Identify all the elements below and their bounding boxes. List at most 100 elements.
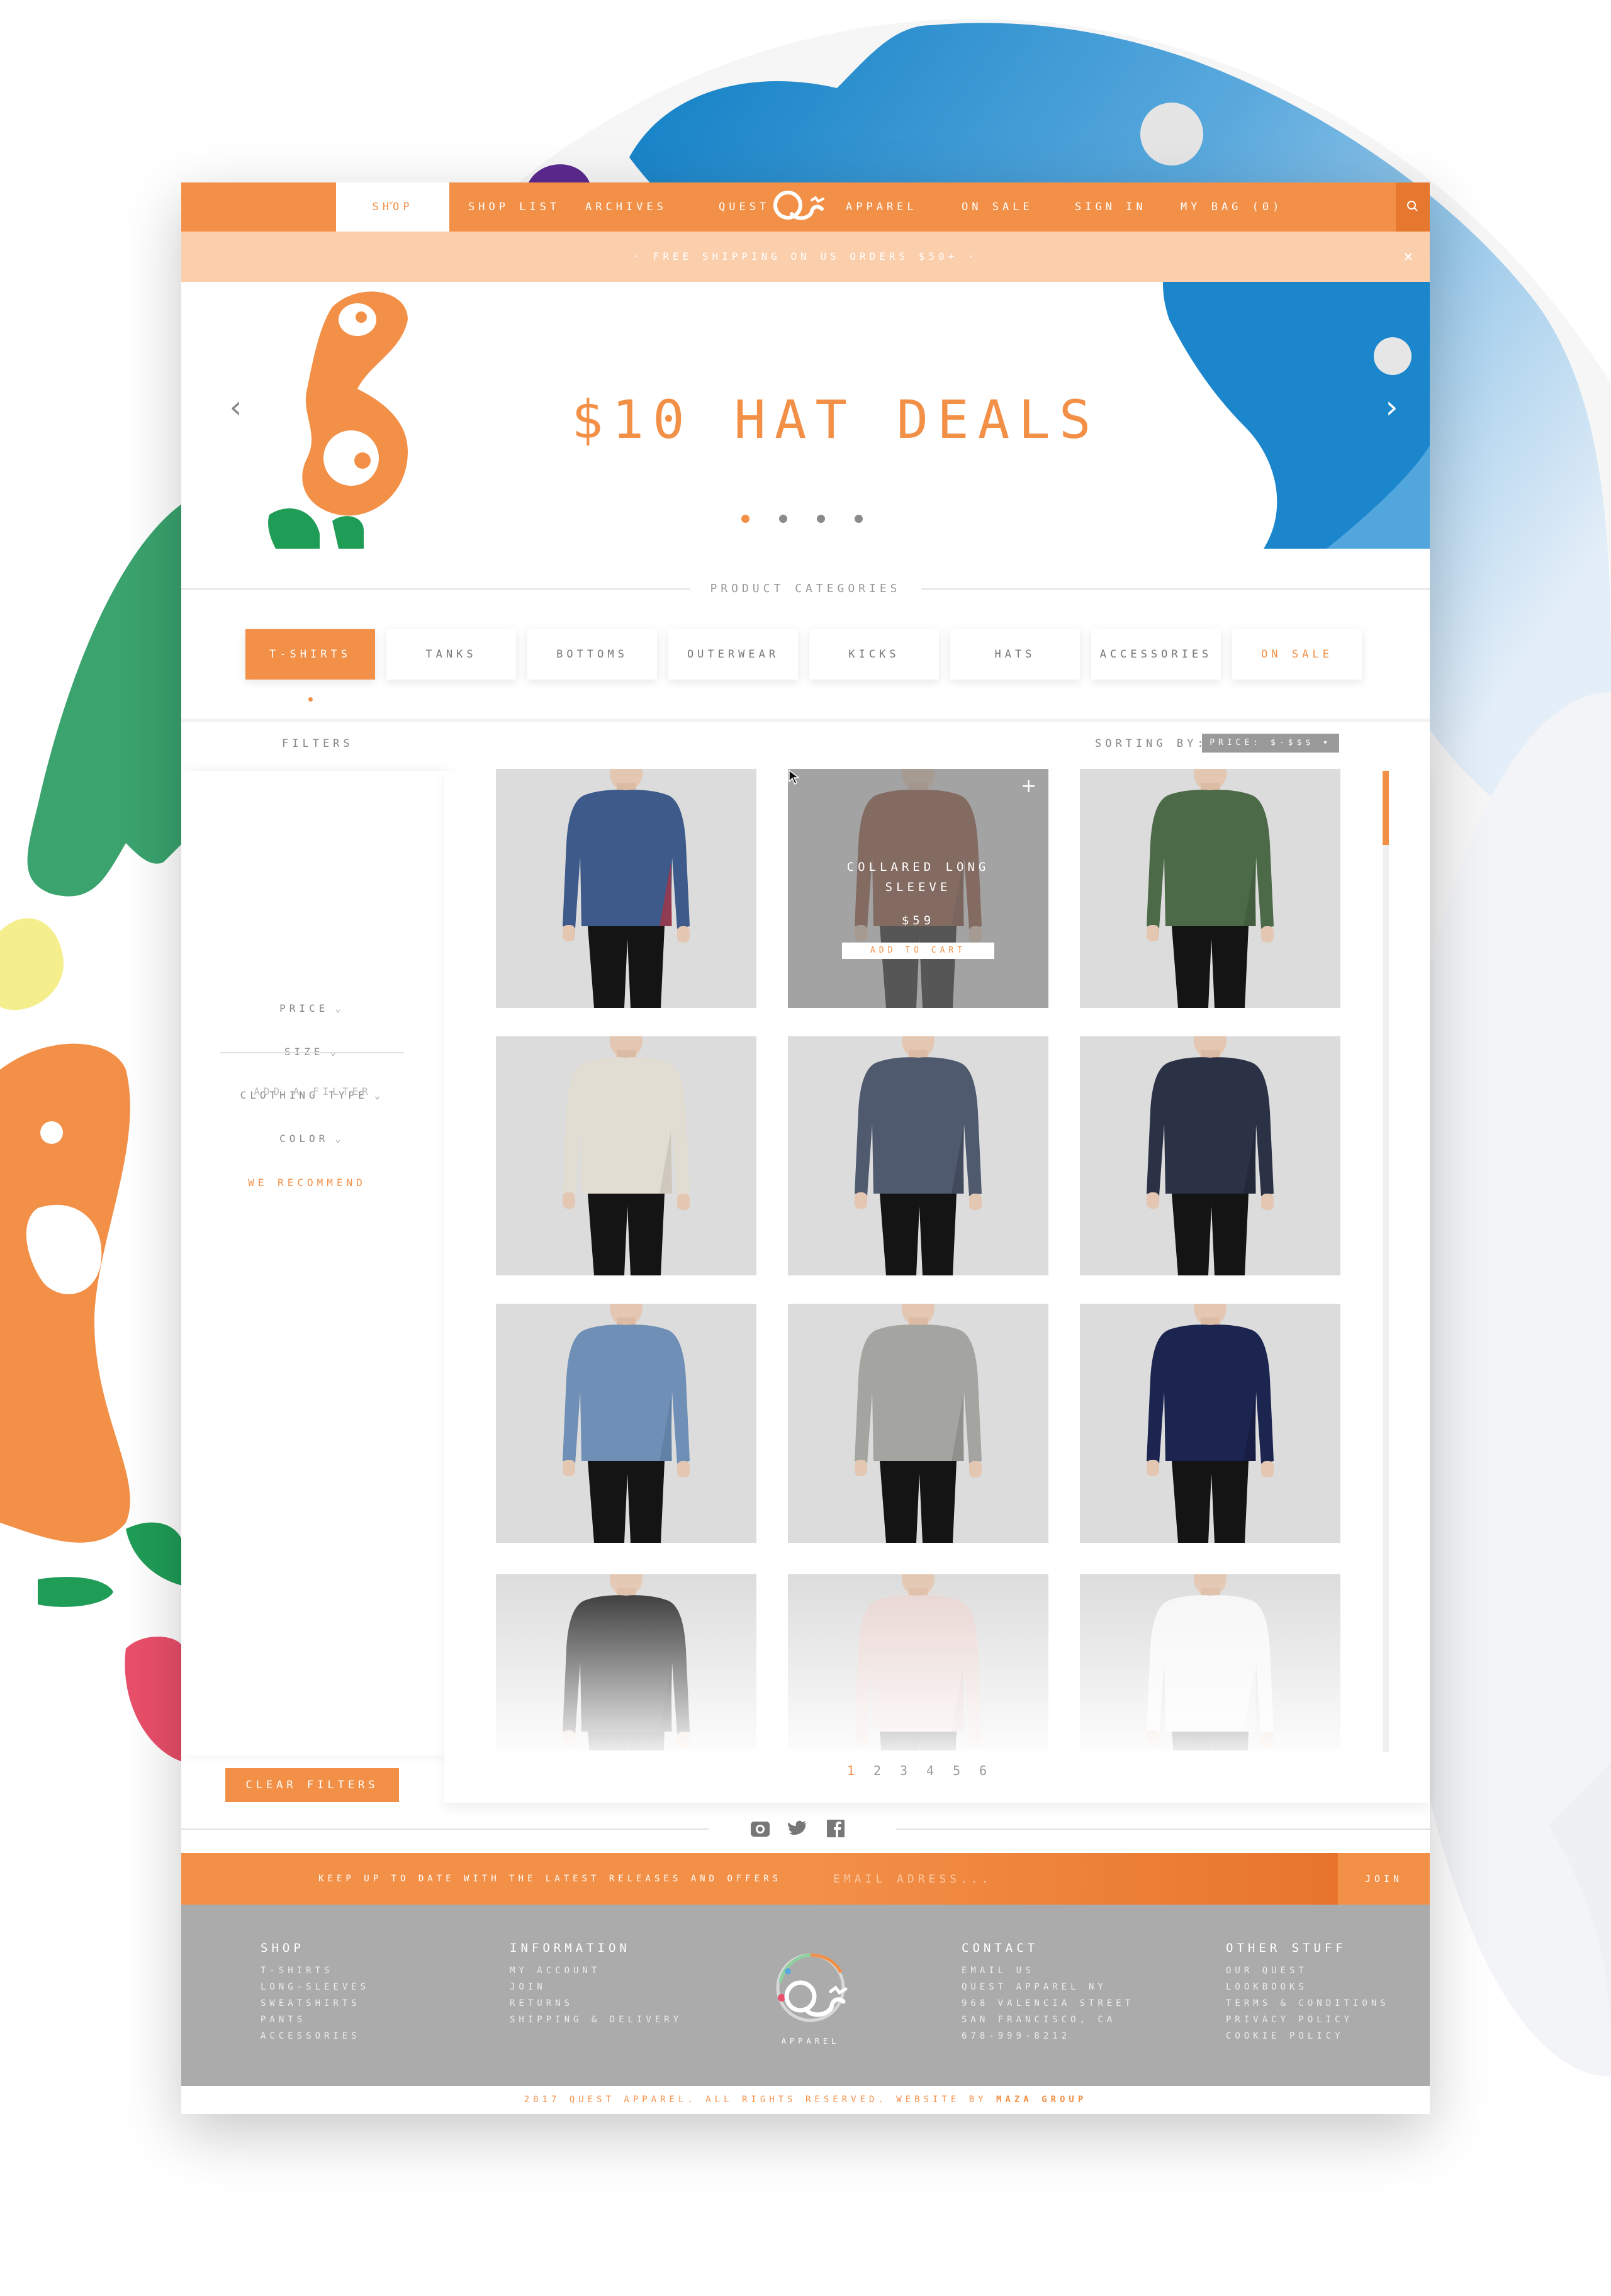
nav-shop[interactable]: SHOP ⌄ (336, 182, 449, 232)
nav-my-bag[interactable]: MY BAG (0) (1181, 182, 1283, 232)
divider (181, 1828, 709, 1830)
product-image (1080, 1036, 1340, 1275)
product-card[interactable] (788, 1036, 1048, 1275)
twitter-icon[interactable] (787, 1817, 809, 1840)
divider (896, 1828, 1430, 1830)
email-input[interactable] (806, 1853, 1338, 1905)
product-card[interactable] (496, 1304, 756, 1543)
footer-link[interactable]: RETURNS (510, 1995, 682, 2012)
filter-color[interactable]: COLOR ⌄ (218, 1133, 407, 1145)
filter-price[interactable]: PRICE ⌄ (218, 1002, 407, 1014)
plus-icon[interactable]: + (1021, 775, 1036, 797)
hero-title: $10 HAT DEALS (571, 389, 1100, 451)
footer-link[interactable]: T-SHIRTS (261, 1963, 369, 1979)
page-4[interactable]: 4 (926, 1763, 938, 1778)
footer-contact-line: 968 VALENCIA STREET (962, 1998, 1135, 2008)
image-fade (496, 1574, 756, 1750)
page-1[interactable]: 1 (847, 1763, 858, 1778)
footer-link[interactable]: TERMS & CONDITIONS (1226, 1995, 1389, 2012)
product-image (496, 1304, 756, 1543)
hero-dots (741, 515, 867, 524)
footer-contact-line: 678-999-8212 (962, 2031, 1071, 2041)
hero-next-button[interactable]: › (1382, 389, 1401, 425)
footer-contact-line[interactable]: EMAIL US (962, 1963, 1134, 1979)
footer-link[interactable]: LONG-SLEEVES (261, 1979, 369, 1995)
product-card[interactable] (1080, 1304, 1340, 1543)
clear-filters-button[interactable]: CLEAR FILTERS (225, 1768, 399, 1802)
sorting-label: SORTING BY: (1095, 737, 1208, 750)
category-on-sale[interactable]: ON SALE (1232, 629, 1362, 680)
filter-panel: PRICE⌄ SIZE⌄ CLOTHING TYPE⌄ COLOR⌄ WE RE… (181, 771, 444, 1756)
search-button[interactable] (1396, 182, 1430, 232)
footer-link[interactable]: LOOKBOOKS (1226, 1979, 1389, 1995)
copyright-credit[interactable]: MAZA GROUP (996, 2095, 1087, 2105)
chevron-down-icon: ⌄ (335, 1133, 345, 1145)
hero-banner: ‹ $10 HAT DEALS › (181, 282, 1430, 549)
product-image (496, 769, 756, 1008)
join-button[interactable]: JOIN (1338, 1853, 1430, 1905)
category-tanks[interactable]: TANKS (386, 629, 516, 680)
product-card[interactable] (496, 769, 756, 1008)
footer-link[interactable]: SWEATSHIRTS (261, 1995, 369, 2012)
category-kicks[interactable]: KICKS (809, 629, 939, 680)
hero-dot[interactable] (855, 515, 863, 523)
category-bottoms[interactable]: BOTTOMS (527, 629, 657, 680)
shop-page: SHOP ⌄ SHOP LIST ARCHIVES QUEST APPAREL … (181, 182, 1430, 2114)
footer-link[interactable]: JOIN (510, 1979, 682, 1995)
sorting-select[interactable]: PRICE: $-$$$ ▾ (1202, 734, 1339, 753)
footer-link[interactable]: PANTS (261, 2012, 369, 2028)
product-card[interactable] (1080, 1036, 1340, 1275)
footer-shop-column: SHOP T-SHIRTS LONG-SLEEVES SWEATSHIRTS P… (261, 1941, 369, 2044)
hero-dot-active[interactable] (741, 515, 749, 523)
instagram-icon[interactable] (749, 1817, 772, 1840)
page-5[interactable]: 5 (953, 1763, 964, 1778)
page-2[interactable]: 2 (873, 1763, 885, 1778)
hero-prev-button[interactable]: ‹ (227, 389, 245, 425)
top-nav: SHOP ⌄ SHOP LIST ARCHIVES QUEST APPAREL … (181, 182, 1430, 232)
product-card[interactable] (496, 1574, 756, 1750)
footer-other-column: OTHER STUFF OUR QUEST LOOKBOOKS TERMS & … (1226, 1941, 1389, 2044)
scrollbar-thumb[interactable] (1383, 771, 1389, 845)
hero-dot[interactable] (817, 515, 825, 523)
hero-dot[interactable] (779, 515, 787, 523)
category-outerwear[interactable]: OUTERWEAR (668, 629, 798, 680)
close-icon[interactable]: × (1403, 232, 1413, 282)
category-hats[interactable]: HATS (950, 629, 1080, 680)
nav-archives[interactable]: ARCHIVES (585, 182, 667, 232)
product-card[interactable] (1080, 769, 1340, 1008)
nav-sign-in[interactable]: SIGN IN (1075, 182, 1147, 232)
product-card[interactable]: + COLLARED LONG SLEEVE $59 ADD TO CART (788, 769, 1048, 1008)
footer-link[interactable]: ACCESSORIES (261, 2028, 369, 2044)
footer-link[interactable]: COOKIE POLICY (1226, 2028, 1389, 2044)
product-name: COLLARED LONG SLEEVE (846, 860, 990, 894)
footer-link[interactable]: SHIPPING & DELIVERY (510, 2012, 682, 2028)
product-hover-overlay: + COLLARED LONG SLEEVE $59 ADD TO CART (788, 769, 1048, 1008)
footer-contact-column: CONTACT EMAIL US QUEST APPAREL NY 968 VA… (962, 1941, 1134, 2044)
footer-contact-line: QUEST APPAREL NY (962, 1982, 1107, 1992)
product-image (788, 1036, 1048, 1275)
product-card[interactable] (788, 1574, 1048, 1750)
footer-link[interactable]: MY ACCOUNT (510, 1963, 682, 1979)
product-card[interactable] (788, 1304, 1048, 1543)
product-card[interactable] (496, 1036, 756, 1275)
add-filter-button[interactable]: ADD A FILTER (181, 1085, 444, 1097)
page-3[interactable]: 3 (900, 1763, 911, 1778)
category-t-shirts[interactable]: T-SHIRTS (245, 629, 375, 680)
nav-apparel[interactable]: APPAREL (846, 182, 918, 232)
nav-shop-list[interactable]: SHOP LIST (468, 182, 560, 232)
filter-we-recommend[interactable]: WE RECOMMEND (213, 1177, 401, 1189)
filter-price-label: PRICE (279, 1002, 329, 1014)
product-card[interactable] (1080, 1574, 1340, 1750)
footer-contact-title: CONTACT (962, 1941, 1039, 1955)
nav-on-sale[interactable]: ON SALE (962, 182, 1033, 232)
facebook-icon[interactable] (824, 1817, 847, 1840)
footer-information-title: INFORMATION (510, 1941, 631, 1955)
footer-link[interactable]: PRIVACY POLICY (1226, 2012, 1389, 2028)
category-accessories[interactable]: ACCESSORIES (1091, 629, 1221, 680)
page-6[interactable]: 6 (979, 1763, 991, 1778)
scrollbar-track[interactable] (1383, 771, 1389, 1752)
nav-quest[interactable]: QUEST (719, 182, 770, 232)
footer-link[interactable]: OUR QUEST (1226, 1963, 1389, 1979)
quest-logo-icon[interactable] (773, 186, 829, 228)
add-to-cart-button[interactable]: ADD TO CART (842, 943, 994, 959)
